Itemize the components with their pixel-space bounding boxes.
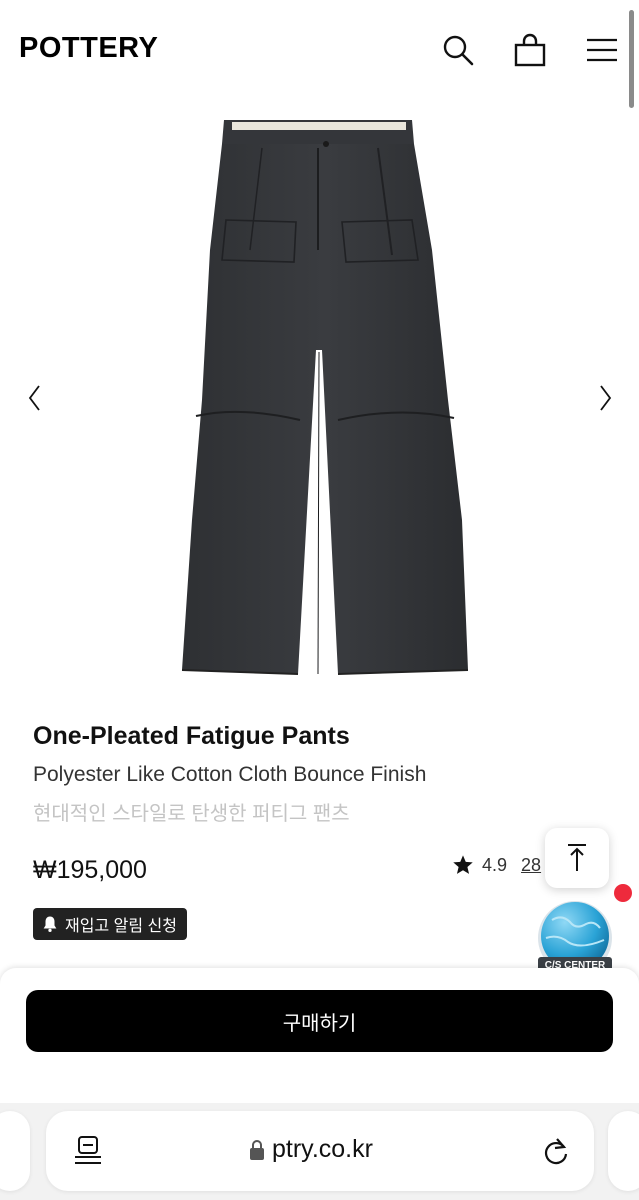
product-price: ₩195,000 [33,856,147,884]
product-gallery[interactable] [0,100,639,700]
menu-icon[interactable] [582,30,622,70]
star-icon [453,855,473,874]
page-scrollbar[interactable] [629,10,634,108]
prev-tab-peek[interactable] [0,1111,30,1191]
url-text: ptry.co.kr [272,1135,373,1163]
browser-toolbar: ptry.co.kr [0,1103,639,1200]
buy-button[interactable]: 구매하기 [26,990,613,1052]
review-count-link[interactable]: 28 [521,855,541,876]
next-tab-peek[interactable] [608,1111,639,1191]
product-subname: Polyester Like Cotton Cloth Bounce Finis… [33,763,427,786]
gallery-prev-arrow[interactable] [22,380,46,416]
logo[interactable]: POTTERY [19,32,158,65]
scroll-to-top-button[interactable] [545,828,609,888]
search-icon[interactable] [438,30,478,70]
product-description: 현대적인 스타일로 탄생한 퍼티그 팬츠 [33,803,350,825]
rating-value: 4.9 [482,854,508,875]
reader-view-icon[interactable] [74,1135,102,1167]
product-image [181,120,469,675]
restock-alert-label: 재입고 알림 신청 [65,918,177,935]
bell-icon [43,916,57,933]
gallery-next-arrow[interactable] [594,380,618,416]
lock-icon [250,1140,264,1160]
restock-alert-button[interactable]: 재입고 알림 신청 [33,908,187,940]
site-header: POTTERY [0,0,639,100]
shopping-bag-icon[interactable] [510,30,550,70]
address-bar[interactable]: ptry.co.kr [46,1111,594,1191]
product-rating[interactable]: 4.9 28 [452,854,541,876]
arrow-up-icon [568,844,586,871]
notification-dot [614,884,632,902]
product-info: One-Pleated Fatigue Pants Polyester Like… [33,722,593,826]
purchase-panel: 구매하기 [0,968,639,1103]
reload-icon[interactable] [542,1135,570,1167]
product-name: One-Pleated Fatigue Pants [33,722,350,750]
